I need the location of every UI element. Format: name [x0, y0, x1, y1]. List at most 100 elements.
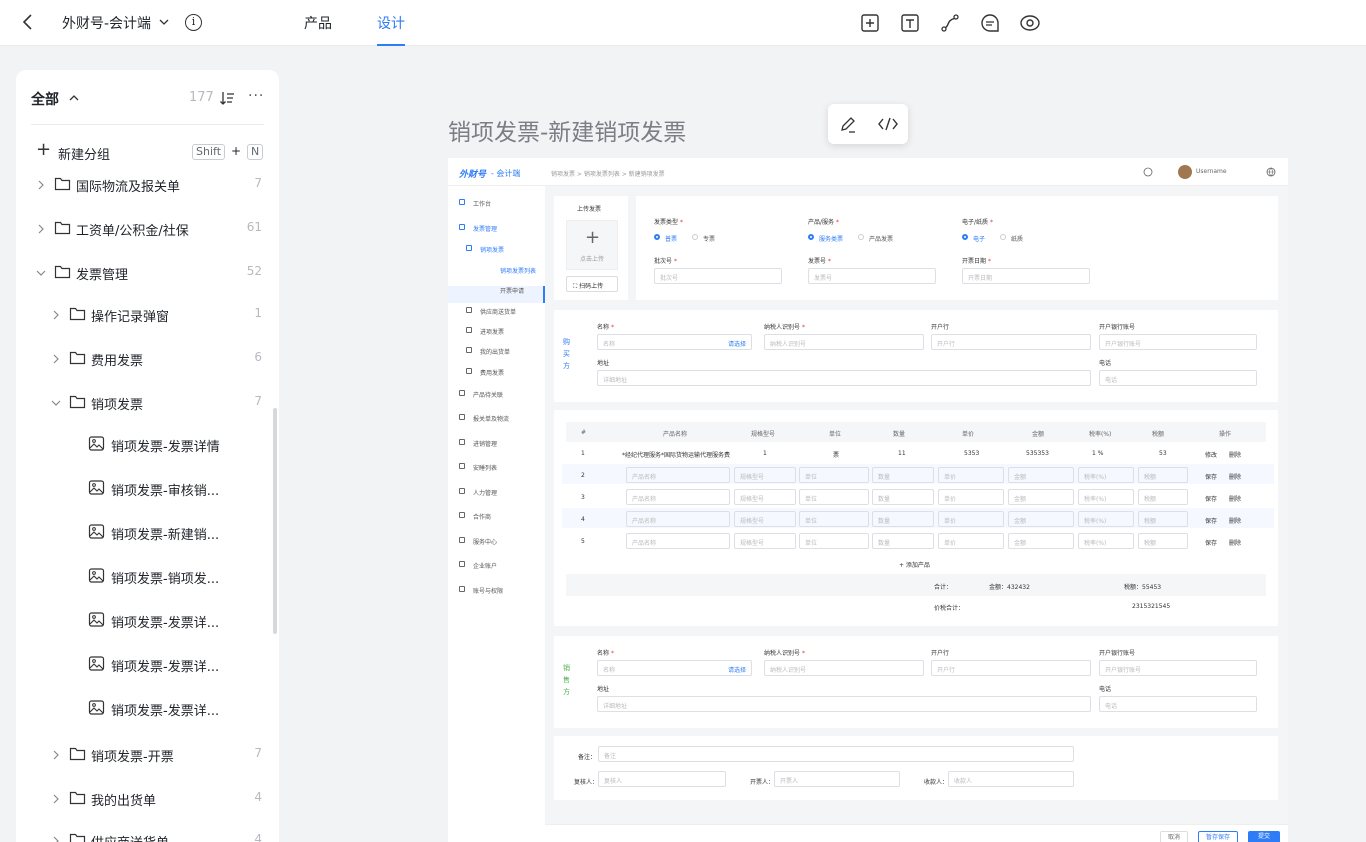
tab-design[interactable]: 设计: [377, 13, 405, 33]
drawer-input[interactable]: 开票人: [774, 771, 900, 787]
upload-dropzone[interactable]: + 点击上传: [566, 220, 618, 270]
preview-eye-icon[interactable]: [1019, 12, 1041, 34]
scan-upload-button[interactable]: ⛶ 扫码上传: [566, 276, 618, 292]
save-row-button[interactable]: 保存: [1205, 538, 1217, 547]
table-input[interactable]: 规格型号: [734, 533, 796, 549]
frame-nav-item[interactable]: 产品待关联: [473, 390, 503, 399]
back-arrow-icon[interactable]: [18, 12, 38, 32]
seller-addr-input[interactable]: 详细地址: [597, 696, 1091, 712]
frame-nav-item[interactable]: 销项发票列表: [500, 266, 536, 275]
tree-folder-item[interactable]: 我的出货单 4: [36, 787, 276, 811]
seller-tax-input[interactable]: 纳税人识别号: [764, 660, 924, 676]
frame-nav-item[interactable]: 工作台: [473, 199, 491, 208]
table-input[interactable]: 金额: [1008, 489, 1074, 505]
invoice-type-radio-2[interactable]: [692, 234, 698, 240]
chevron-right-icon[interactable]: [51, 309, 61, 321]
add-product-button[interactable]: + 添加产品: [899, 560, 930, 569]
table-input[interactable]: 单价: [938, 511, 1004, 527]
table-input[interactable]: 数量: [872, 467, 934, 483]
table-input[interactable]: 单价: [938, 533, 1004, 549]
sidebar-title[interactable]: 全部: [31, 89, 59, 109]
new-group-button[interactable]: + 新建分组 Shift + N: [36, 139, 266, 163]
tree-folder-item[interactable]: 国际物流及报关单 7: [36, 173, 276, 197]
table-input[interactable]: 单价: [938, 489, 1004, 505]
save-row-button[interactable]: 保存: [1205, 516, 1217, 525]
table-input[interactable]: 数量: [872, 511, 934, 527]
connector-tool-icon[interactable]: [939, 12, 961, 34]
paper-radio-2[interactable]: [1000, 234, 1006, 240]
tab-product[interactable]: 产品: [304, 13, 332, 33]
tree-page-item[interactable]: 销项发票-发票详...: [36, 653, 276, 677]
chevron-right-icon[interactable]: [51, 835, 61, 842]
edit-row-button[interactable]: 修改: [1205, 450, 1217, 459]
tree-page-item[interactable]: 销项发票-发票详...: [36, 697, 276, 721]
buyer-tax-input[interactable]: 纳税人识别号: [764, 334, 924, 350]
delete-row-button[interactable]: 删除: [1229, 450, 1241, 459]
table-input[interactable]: 数量: [872, 489, 934, 505]
table-input[interactable]: 税率(%): [1078, 511, 1134, 527]
table-input[interactable]: 金额: [1008, 467, 1074, 483]
frame-nav-item[interactable]: 费用发票: [480, 368, 504, 377]
tree-folder-item[interactable]: 供应商送货单 4: [36, 829, 276, 842]
tree-page-item[interactable]: 销项发票-发票详...: [36, 609, 276, 633]
text-tool-icon[interactable]: [899, 12, 921, 34]
frame-nav-item[interactable]: 安睡列表: [473, 463, 497, 472]
paper-radio-1[interactable]: [962, 234, 968, 240]
frame-nav-item[interactable]: 我的出货单: [480, 347, 510, 356]
buyer-acct-input[interactable]: 开户银行账号: [1099, 334, 1257, 350]
chevron-right-icon[interactable]: [36, 179, 46, 191]
date-input[interactable]: 开票日期: [962, 268, 1090, 284]
save-row-button[interactable]: 保存: [1205, 472, 1217, 481]
reviewer-input[interactable]: 复核人: [598, 771, 726, 787]
delete-row-button[interactable]: 删除: [1229, 516, 1241, 525]
seller-name-input[interactable]: 名称 请选择: [597, 660, 752, 676]
tree-folder-item[interactable]: 发票管理 52: [36, 261, 276, 285]
table-input[interactable]: 单价: [938, 467, 1004, 483]
seller-acct-input[interactable]: 开户银行账号: [1099, 660, 1257, 676]
draft-save-button[interactable]: 暂存保存: [1198, 831, 1238, 842]
add-frame-icon[interactable]: [859, 12, 881, 34]
delete-row-button[interactable]: 删除: [1229, 538, 1241, 547]
chevron-right-icon[interactable]: [51, 793, 61, 805]
tree-folder-item[interactable]: 销项发票-开票 7: [36, 743, 276, 767]
submit-button[interactable]: 提交: [1248, 831, 1280, 842]
sort-icon[interactable]: [219, 90, 235, 106]
frame-nav-item[interactable]: 合作商: [473, 512, 491, 521]
table-input[interactable]: 单位: [799, 489, 869, 505]
table-input[interactable]: 税额: [1138, 511, 1188, 527]
tree-page-item[interactable]: 销项发票-发票详情: [36, 433, 276, 457]
project-name[interactable]: 外财号-会计端: [62, 13, 151, 33]
frame-nav-item[interactable]: 人力管理: [473, 488, 497, 497]
table-input[interactable]: 产品名称: [626, 511, 730, 527]
chevron-right-icon[interactable]: [51, 353, 61, 365]
frame-nav-item[interactable]: 进项发票: [480, 327, 504, 336]
frame-nav-item[interactable]: 进销管理: [473, 439, 497, 448]
payee-input[interactable]: 收款人: [948, 771, 1074, 787]
frame-nav-item[interactable]: 企业账户: [473, 561, 497, 570]
table-input[interactable]: 产品名称: [626, 467, 730, 483]
invoice-type-radio-1[interactable]: [654, 234, 660, 240]
save-row-button[interactable]: 保存: [1205, 494, 1217, 503]
tree-page-item[interactable]: 销项发票-新建销...: [36, 521, 276, 545]
table-input[interactable]: 单位: [799, 533, 869, 549]
comment-icon[interactable]: [979, 12, 1001, 34]
delete-row-button[interactable]: 删除: [1229, 472, 1241, 481]
buyer-bank-input[interactable]: 开户行: [931, 334, 1091, 350]
table-input[interactable]: 税率(%): [1078, 489, 1134, 505]
chevron-down-icon[interactable]: [158, 14, 170, 30]
table-input[interactable]: 规格型号: [734, 511, 796, 527]
chevron-down-icon[interactable]: [51, 397, 61, 409]
tree-folder-item[interactable]: 销项发票 7: [36, 391, 276, 415]
batch-input[interactable]: 批次号: [654, 268, 782, 284]
table-input[interactable]: 单位: [799, 511, 869, 527]
buyer-tel-input[interactable]: 电话: [1099, 370, 1257, 386]
frame-nav-item[interactable]: 发票管理: [473, 224, 497, 233]
product-radio-2[interactable]: [858, 234, 864, 240]
tree-page-item[interactable]: 销项发票-审核销...: [36, 477, 276, 501]
frame-nav-item[interactable]: 供应商送货单: [480, 307, 516, 316]
invoice-no-input[interactable]: 发票号: [808, 268, 936, 284]
seller-tel-input[interactable]: 电话: [1099, 696, 1257, 712]
table-input[interactable]: 产品名称: [626, 489, 730, 505]
table-input[interactable]: 税额: [1138, 489, 1188, 505]
delete-row-button[interactable]: 删除: [1229, 494, 1241, 503]
